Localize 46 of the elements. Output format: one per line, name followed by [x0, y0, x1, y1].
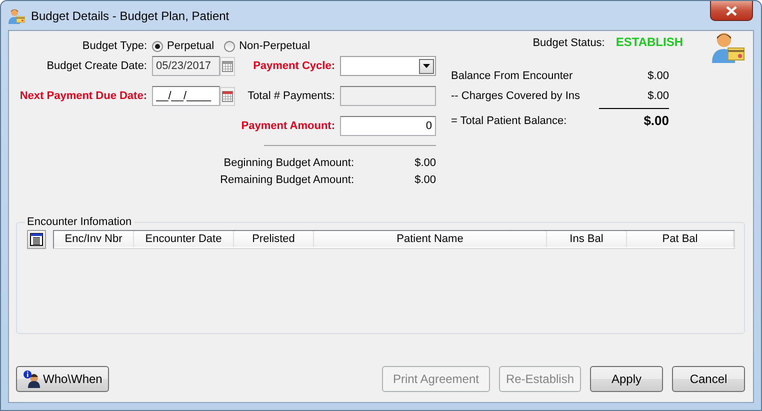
close-icon — [726, 6, 737, 16]
radio-option[interactable]: Perpetual — [152, 40, 214, 52]
action-button[interactable]: Who\When — [16, 366, 110, 392]
column-header[interactable]: Ins Bal — [547, 231, 627, 247]
balance-value: $.00 — [646, 70, 669, 82]
balance-label: Balance From Encounter — [451, 70, 574, 82]
calendar-button[interactable] — [220, 56, 235, 76]
status-value: ESTABLISH — [616, 35, 683, 51]
column-header[interactable]: Patient Name — [314, 231, 547, 247]
balance-value: $.00 — [646, 90, 669, 102]
field-label: Budget Type: — [81, 39, 148, 54]
field-label: Payment Cycle: — [253, 59, 336, 74]
field-label: Budget Create Date: — [46, 59, 148, 74]
patient-card-icon — [711, 31, 745, 65]
close-button[interactable] — [710, 1, 753, 21]
dropdown[interactable] — [340, 56, 436, 76]
columns-button[interactable] — [27, 230, 46, 249]
list-icon — [30, 233, 43, 246]
group-title: Encounter Infomation — [26, 216, 133, 228]
field-label: Payment Amount: — [241, 119, 336, 134]
caret-icon — [423, 64, 430, 68]
column-header[interactable]: Prelisted — [234, 231, 314, 247]
field-label: Total # Payments: — [248, 89, 336, 104]
balance-label: -- Charges Covered by Ins — [451, 90, 581, 102]
radio-button[interactable] — [224, 40, 236, 52]
column-header[interactable]: Encounter Date — [134, 231, 234, 247]
date-field[interactable]: __/__/____ — [152, 86, 220, 106]
radio-button[interactable] — [152, 40, 163, 52]
calendar-button[interactable] — [220, 86, 235, 106]
amount-field[interactable]: 0 — [340, 116, 436, 136]
radio-option[interactable]: Non-Perpetual — [224, 40, 310, 52]
window-icon — [8, 8, 25, 25]
balance-label: = Total Patient Balance: — [451, 114, 568, 128]
calendar-icon — [222, 60, 233, 72]
status-label: Budget Status: — [532, 37, 605, 51]
calendar-icon — [222, 90, 233, 102]
field-label: Next Payment Due Date: — [20, 89, 148, 104]
window-title: Budget Details - Budget Plan, Patient — [31, 9, 230, 23]
column-header[interactable]: Pat Bal — [627, 231, 734, 247]
info-person-icon — [23, 370, 41, 388]
amount-label: Remaining Budget Amount: — [219, 172, 354, 188]
balance-total: $.00 — [599, 108, 669, 128]
amount-label: Beginning Budget Amount: — [222, 156, 354, 170]
column-header[interactable]: Enc/Inv Nbr — [54, 231, 134, 247]
action-button[interactable]: Apply — [590, 366, 663, 392]
action-button[interactable]: Cancel — [672, 366, 745, 392]
